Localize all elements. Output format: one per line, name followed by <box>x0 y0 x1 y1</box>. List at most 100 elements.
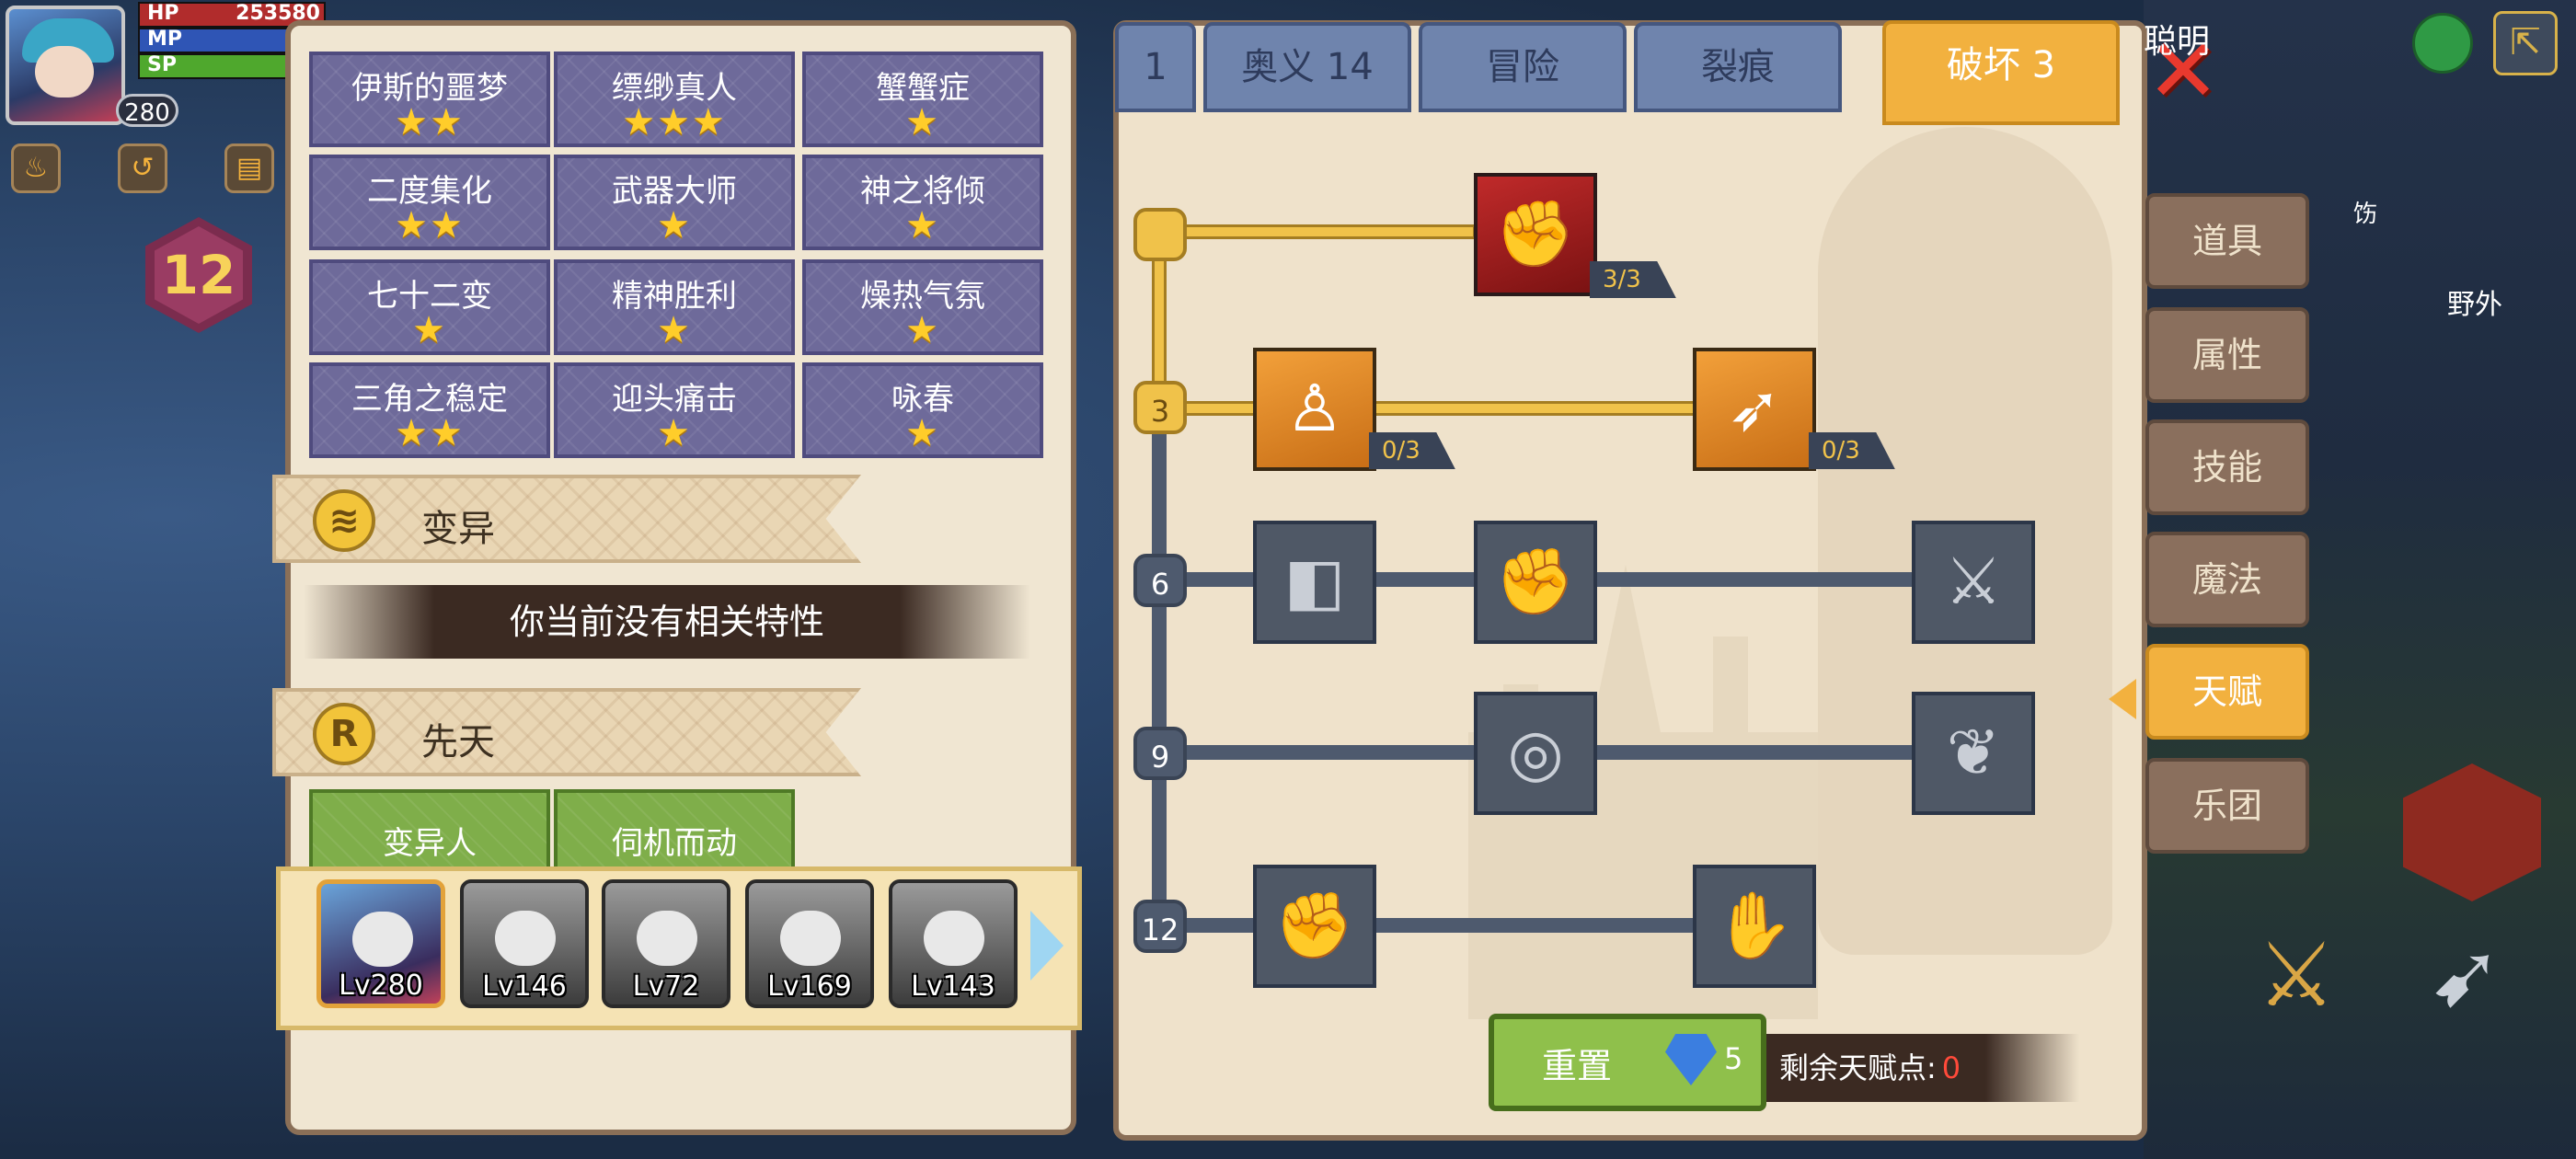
party-member-portrait <box>495 911 556 966</box>
trait-stars-icon: ★ <box>657 204 692 247</box>
party-next-arrow-icon[interactable] <box>1030 911 1064 981</box>
mutation-title: 变异 <box>421 508 495 550</box>
bow-icon[interactable]: ➹ <box>2410 920 2521 1030</box>
side-fragment-text: 饬 <box>2353 201 2378 228</box>
area-label: 野外 <box>2447 289 2502 321</box>
player-avatar[interactable] <box>6 6 125 125</box>
party-member-portrait <box>637 911 697 966</box>
tab-secret[interactable]: 奥义 14 <box>1203 22 1411 112</box>
reset-label: 重置 <box>1542 1046 1613 1086</box>
swirl-buff-icon[interactable]: ↺ <box>118 143 167 193</box>
active-tab-pointer-icon <box>2109 679 2136 719</box>
party-member-slot[interactable]: Lv72 <box>602 879 730 1008</box>
tab-rift[interactable]: 裂痕 <box>1634 22 1842 112</box>
side-tab-talent[interactable]: 天赋 <box>2145 644 2309 740</box>
side-tab-skills[interactable]: 技能 <box>2145 419 2309 515</box>
trait-card[interactable]: 武器大师 ★ <box>554 155 795 250</box>
tier3-line <box>1163 401 1696 416</box>
trait-card[interactable]: 缥缈真人 ★★★ <box>554 52 795 147</box>
trait-stars-icon: ★★★ <box>622 101 727 143</box>
bat-wing-skill-icon[interactable]: ❦ <box>1912 692 2035 815</box>
arrow-strike-skill-icon[interactable]: ➶ <box>1693 348 1816 471</box>
remaining-points: 剩余天赋点: 0 <box>1766 1034 2079 1102</box>
tier-node: 12 <box>1133 900 1187 953</box>
tier-root-node <box>1133 208 1187 261</box>
trait-stars-icon: ★ <box>412 309 447 351</box>
punch-skill-icon[interactable]: ✊ <box>1474 521 1597 644</box>
trait-stars-icon: ★★ <box>395 204 465 247</box>
trait-card[interactable]: 燥热气氛 ★ <box>802 259 1043 355</box>
player-level-badge: 280 <box>116 94 178 127</box>
trait-stars-icon: ★★ <box>395 101 465 143</box>
trait-card[interactable]: 精神胜利 ★ <box>554 259 795 355</box>
party-member-slot[interactable]: Lv280 <box>316 879 445 1008</box>
trait-card[interactable]: 三角之稳定 ★★ <box>309 362 550 458</box>
trait-card[interactable]: 二度集化 ★★ <box>309 155 550 250</box>
tab-destruction[interactable]: 破坏 3 <box>1882 20 2120 125</box>
trait-card[interactable]: 伊斯的噩梦 ★★ <box>309 52 550 147</box>
trait-card[interactable]: 蟹蟹症 ★ <box>802 52 1043 147</box>
side-tab-band[interactable]: 乐团 <box>2145 758 2309 854</box>
dna-icon: ≋ <box>313 489 375 552</box>
trait-stars-icon: ★ <box>657 309 692 351</box>
innate-title: 先天 <box>421 721 495 763</box>
side-tab-items[interactable]: 道具 <box>2145 193 2309 289</box>
book-buff-icon[interactable]: ▤ <box>224 143 274 193</box>
party-member-portrait <box>924 911 984 966</box>
trait-stars-icon: ★ <box>905 412 940 454</box>
floor-number: 12 <box>155 226 243 324</box>
remaining-label: 剩余天赋点: <box>1779 1050 1937 1085</box>
party-member-slot[interactable]: Lv143 <box>889 879 1018 1008</box>
trait-stars-icon: ★ <box>905 204 940 247</box>
tier0-line <box>1163 224 1476 239</box>
arm-wrestle-skill-icon[interactable]: ✊ <box>1474 173 1597 296</box>
trait-stars-icon: ★★ <box>395 412 465 454</box>
side-tab-magic[interactable]: 魔法 <box>2145 532 2309 627</box>
party-member-slot[interactable]: Lv169 <box>745 879 874 1008</box>
party-member-level: Lv146 <box>482 970 567 1003</box>
tier-node: 9 <box>1133 727 1187 780</box>
shield-break-skill-icon[interactable]: ◧ <box>1253 521 1376 644</box>
mutation-header: ≋ 变异 <box>272 475 861 563</box>
flame-buff-icon[interactable]: ♨ <box>11 143 61 193</box>
r-badge-icon: R <box>313 703 375 765</box>
tier-node: 3 <box>1133 381 1187 434</box>
tier12-line <box>1163 918 1733 933</box>
tab-adventure[interactable]: 冒险 <box>1419 22 1627 112</box>
innate-trait-item[interactable]: 变异人 <box>309 789 550 872</box>
trait-stars-icon: ★ <box>905 101 940 143</box>
sword-icon[interactable]: ⚔ <box>2241 920 2352 1030</box>
remaining-value: 0 <box>1941 1050 1961 1085</box>
party-member-level: Lv169 <box>767 970 852 1003</box>
party-member-level: Lv280 <box>339 970 423 1002</box>
blade-splash-skill-icon[interactable]: ⚔ <box>1912 521 2035 644</box>
party-member-level: Lv72 <box>632 970 700 1003</box>
trait-card[interactable]: 迎头痛击 ★ <box>554 362 795 458</box>
party-member-level: Lv143 <box>911 970 995 1003</box>
tab-1[interactable]: 1 <box>1115 22 1196 112</box>
reset-cost: 5 <box>1724 1041 1743 1076</box>
trait-card[interactable]: 神之将倾 ★ <box>802 155 1043 250</box>
mp-label: MP <box>147 28 183 51</box>
party-member-portrait <box>352 912 413 967</box>
globe-icon[interactable] <box>2412 13 2473 74</box>
trait-card[interactable]: 七十二变 ★ <box>309 259 550 355</box>
trait-stars-icon: ★ <box>905 309 940 351</box>
trait-card[interactable]: 咏春 ★ <box>802 362 1043 458</box>
exit-icon[interactable]: ⇱ <box>2493 11 2558 75</box>
avatar-face <box>35 46 94 98</box>
muscle-body-skill-icon[interactable]: ♙ <box>1253 348 1376 471</box>
sp-label: SP <box>147 53 177 76</box>
top-fragment-text: 聪明 <box>2144 23 2211 61</box>
ripple-skill-icon[interactable]: ◎ <box>1474 692 1597 815</box>
party-member-portrait <box>780 911 841 966</box>
party-member-slot[interactable]: Lv146 <box>460 879 589 1008</box>
grip-skill-icon[interactable]: ✋ <box>1693 865 1816 988</box>
no-mutation-message: 你当前没有相关特性 <box>304 585 1030 659</box>
innate-trait-item[interactable]: 伺机而动 <box>554 789 795 872</box>
side-tab-attributes[interactable]: 属性 <box>2145 307 2309 403</box>
fist-skill-icon[interactable]: ✊ <box>1253 865 1376 988</box>
reset-button[interactable]: 重置 5 <box>1489 1014 1766 1111</box>
diamond-icon <box>1665 1034 1717 1085</box>
tier-node: 6 <box>1133 554 1187 607</box>
